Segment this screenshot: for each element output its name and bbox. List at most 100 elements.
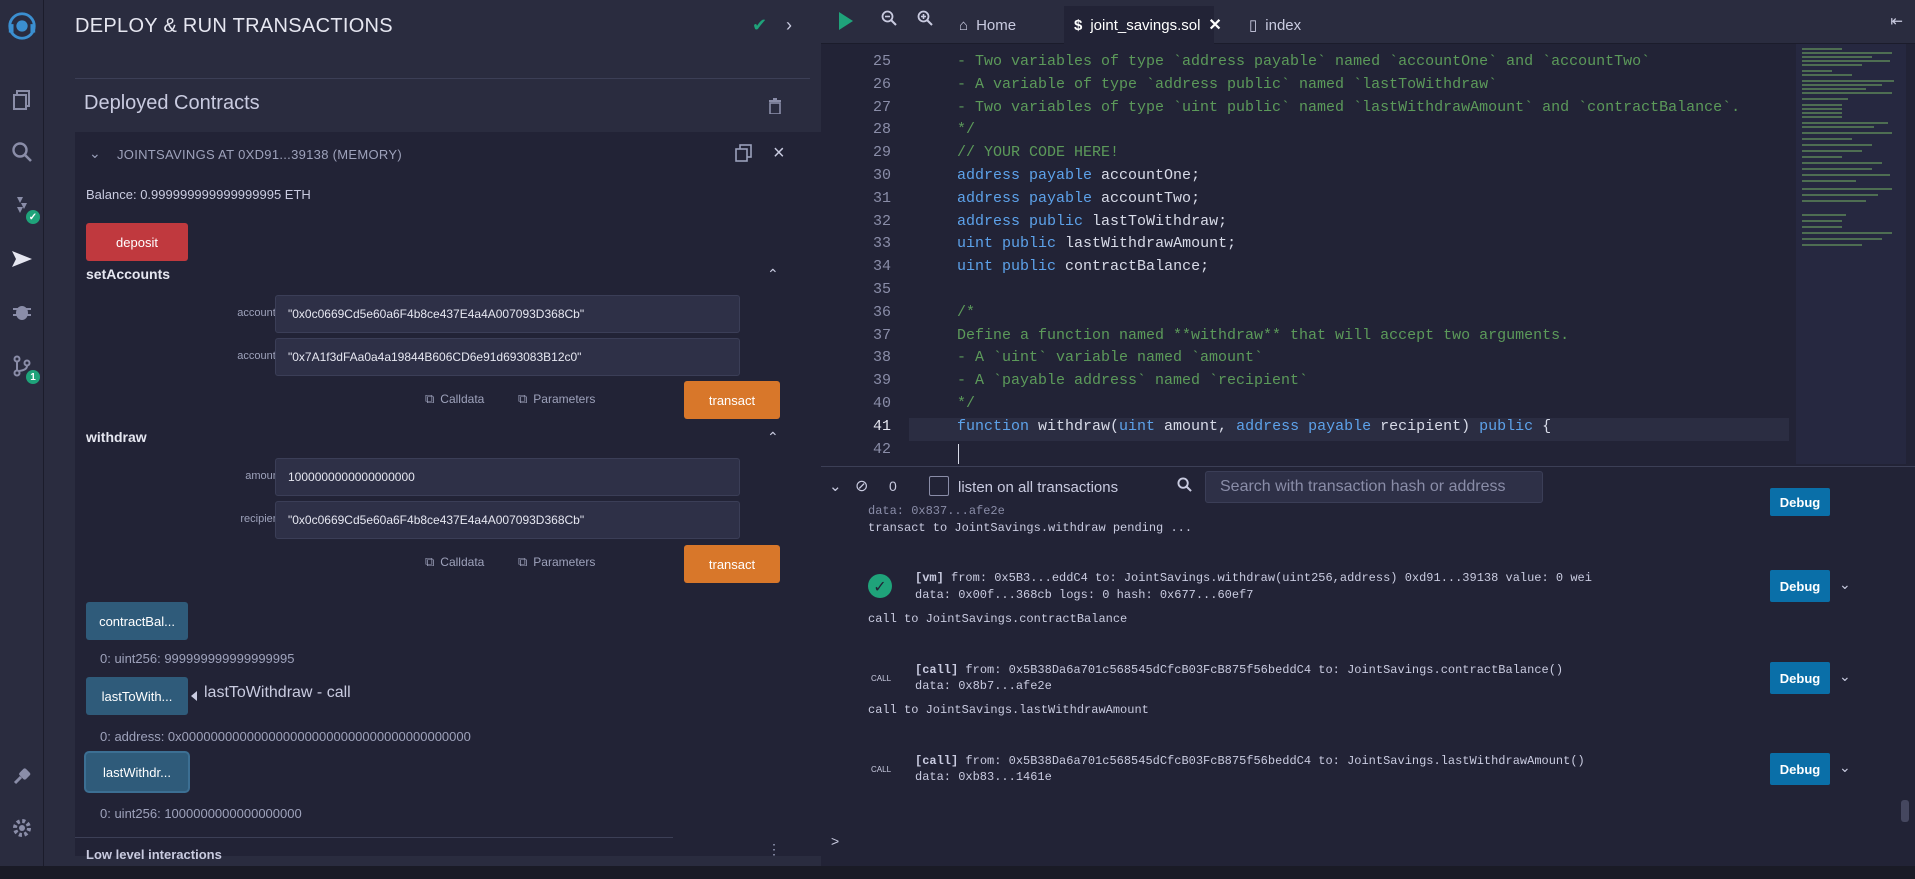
chevron-down-icon[interactable]: ⌄ bbox=[1839, 759, 1851, 776]
debug-button[interactable]: Debug bbox=[1770, 488, 1830, 516]
listen-checkbox[interactable] bbox=[929, 476, 949, 496]
search-icon bbox=[1177, 477, 1192, 496]
account1-field[interactable]: "0x0c0669Cd5e60a6F4b8ce437E4a4A007093D36… bbox=[275, 295, 740, 333]
clear-console-icon[interactable]: ⊘ bbox=[855, 476, 868, 496]
panel-header: DEPLOY & RUN TRANSACTIONS ✔ › bbox=[44, 0, 821, 50]
copy-icon[interactable] bbox=[735, 144, 753, 167]
terminal-prompt[interactable]: > bbox=[831, 833, 839, 849]
line-number: 38 bbox=[872, 349, 891, 367]
tab-joint-savings[interactable]: $ joint_savings.sol ✕ bbox=[1064, 6, 1222, 44]
recipient-field[interactable]: "0x0c0669Cd5e60a6F4b8ce437E4a4A007093D36… bbox=[275, 501, 740, 539]
code-editor[interactable]: 25 - Two variables of type `address payab… bbox=[821, 44, 1915, 466]
minimap-line bbox=[1802, 200, 1866, 202]
line-number: 25 bbox=[872, 53, 891, 70]
line-number: 39 bbox=[872, 372, 891, 390]
amount-field[interactable]: 1000000000000000000 bbox=[275, 458, 740, 496]
minimap-line bbox=[1802, 88, 1866, 90]
run-icon[interactable] bbox=[839, 12, 853, 30]
withdraw-parameters-button[interactable]: ⧉ Parameters bbox=[518, 554, 595, 570]
plugin-manager-icon[interactable] bbox=[6, 760, 38, 792]
code-line: address payable accountOne; bbox=[957, 167, 1201, 184]
remix-logo-icon[interactable] bbox=[6, 10, 38, 42]
debug-button[interactable]: Debug bbox=[1770, 662, 1830, 694]
chevron-down-icon[interactable]: ⌄ bbox=[1839, 668, 1851, 685]
close-icon[interactable]: × bbox=[773, 142, 785, 165]
file-explorer-icon[interactable] bbox=[6, 84, 38, 116]
deposit-button[interactable]: deposit bbox=[86, 223, 188, 261]
call-line: [call] from: 0x5B38Da6a701c568545dCfcB03… bbox=[915, 663, 1564, 677]
search-icon[interactable] bbox=[6, 136, 38, 168]
expand-icon[interactable]: ⇤ bbox=[1890, 12, 1903, 30]
line-number: 34 bbox=[872, 258, 891, 276]
calldata-label: Calldata bbox=[440, 392, 485, 406]
os-taskbar bbox=[0, 866, 1915, 879]
call-tag: CALL bbox=[871, 765, 892, 774]
setaccounts-transact-button[interactable]: transact bbox=[684, 381, 780, 419]
minimap-line bbox=[1802, 162, 1882, 164]
account2-field[interactable]: "0x7A1f3dFAa0a4a19844B606CD6e91d693083B1… bbox=[275, 338, 740, 376]
lastwithdrawamount-button[interactable]: lastWithdr... bbox=[86, 753, 188, 791]
setaccounts-parameters-button[interactable]: ⧉ Parameters bbox=[518, 391, 595, 407]
chevron-down-icon[interactable]: ⌄ bbox=[89, 145, 101, 162]
chevron-down-icon[interactable]: ⌄ bbox=[1839, 576, 1851, 593]
minimap-line bbox=[1802, 48, 1842, 50]
withdraw-calldata-button[interactable]: ⧉ Calldata bbox=[425, 554, 484, 570]
transaction-search-input[interactable]: Search with transaction hash or address bbox=[1205, 471, 1543, 503]
lasttowithdraw-button[interactable]: lastToWith... bbox=[86, 677, 188, 715]
minimap-line bbox=[1802, 226, 1842, 228]
tab-home[interactable]: ⌂ Home bbox=[949, 6, 1026, 44]
info-icon[interactable]: ⋮ bbox=[767, 841, 781, 858]
setaccounts-calldata-button[interactable]: ⧉ Calldata bbox=[425, 391, 484, 407]
line-number: 35 bbox=[872, 281, 891, 298]
minimap-line bbox=[1802, 104, 1842, 106]
trash-icon[interactable] bbox=[768, 98, 782, 119]
collapse-terminal-icon[interactable]: ⌄ bbox=[829, 477, 842, 495]
withdraw-title: withdraw bbox=[86, 429, 147, 445]
debugger-icon[interactable] bbox=[6, 296, 38, 328]
git-icon[interactable]: 1 bbox=[6, 350, 40, 384]
line-number: 42 bbox=[872, 440, 891, 458]
zoom-out-icon[interactable] bbox=[881, 10, 897, 31]
deploy-run-icon[interactable] bbox=[6, 243, 38, 275]
minimap-line bbox=[1802, 56, 1872, 58]
minimap-line bbox=[1802, 150, 1862, 152]
copy-icon: ⧉ bbox=[425, 391, 435, 406]
minimap[interactable] bbox=[1796, 44, 1906, 464]
debug-button[interactable]: Debug bbox=[1770, 753, 1830, 785]
close-tab-icon[interactable]: ✕ bbox=[1208, 15, 1221, 35]
solidity-compiler-icon[interactable]: ✓ bbox=[6, 190, 40, 224]
code-line: Define a function named **withdraw** tha… bbox=[957, 326, 1570, 344]
zoom-in-icon[interactable] bbox=[917, 10, 933, 31]
code-line: - Two variables of type `uint public` na… bbox=[957, 98, 1741, 116]
code-line: - Two variables of type `address payable… bbox=[957, 53, 1651, 70]
minimap-line bbox=[1802, 80, 1894, 82]
minimap-line bbox=[1802, 220, 1842, 222]
chevron-up-icon[interactable]: ⌃ bbox=[767, 266, 779, 283]
parameters-label: Parameters bbox=[533, 392, 596, 406]
low-level-interactions-title: Low level interactions bbox=[86, 847, 222, 862]
minimap-line bbox=[1802, 98, 1848, 100]
line-number: 31 bbox=[872, 189, 891, 207]
lasttowithdraw-result: 0: address: 0x00000000000000000000000000… bbox=[100, 729, 471, 744]
terminal-scrollbar[interactable] bbox=[1901, 800, 1909, 822]
instance-header[interactable]: ⌄ JOINTSAVINGS AT 0XD91...39138 (MEMORY)… bbox=[75, 132, 833, 178]
minimap-line bbox=[1802, 174, 1890, 176]
tab-index[interactable]: ▯ index bbox=[1239, 6, 1311, 44]
withdraw-transact-button[interactable]: transact bbox=[684, 545, 780, 583]
minimap-line bbox=[1802, 138, 1852, 140]
git-badge: 1 bbox=[26, 370, 40, 384]
minimap-line bbox=[1802, 84, 1882, 86]
line-number: 30 bbox=[872, 167, 891, 184]
debug-button[interactable]: Debug bbox=[1770, 570, 1830, 602]
settings-icon[interactable] bbox=[6, 812, 38, 844]
contractbalance-button[interactable]: contractBal... bbox=[86, 602, 188, 640]
chevron-up-icon[interactable]: ⌃ bbox=[767, 429, 779, 446]
chevron-right-icon[interactable]: › bbox=[786, 15, 792, 36]
minimap-line bbox=[1802, 144, 1872, 146]
call-tag: CALL bbox=[871, 674, 892, 683]
pending-count: 0 bbox=[889, 478, 897, 494]
code-line: uint public contractBalance; bbox=[957, 258, 1210, 276]
minimap-line bbox=[1802, 70, 1832, 72]
check-icon: ✔ bbox=[752, 15, 768, 35]
minimap-line bbox=[1802, 92, 1892, 94]
